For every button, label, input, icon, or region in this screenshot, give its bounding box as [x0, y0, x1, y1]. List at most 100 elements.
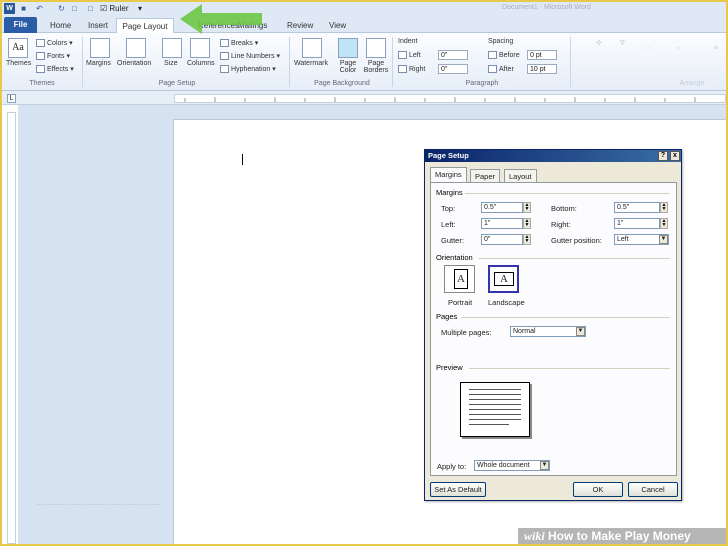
hyphenation-label: Hyphenation	[231, 66, 271, 73]
bottom-label: Bottom:	[551, 204, 577, 213]
bottom-spinner[interactable]: ▲ ▼	[660, 202, 668, 213]
ok-button[interactable]: OK	[573, 482, 623, 497]
spacing-before-icon	[488, 51, 497, 59]
new-doc-icon[interactable]: □	[86, 3, 95, 14]
group-separator	[570, 37, 571, 87]
ruler-checkbox[interactable]: ☑ Ruler	[100, 3, 129, 14]
fonts-icon	[36, 52, 45, 61]
undo-icon[interactable]: ↶	[35, 3, 44, 14]
indent-right-icon	[398, 65, 407, 73]
spacing-after-input[interactable]: 10 pt	[527, 64, 557, 74]
multiple-pages-select[interactable]: Normal	[510, 326, 586, 337]
margins-icon[interactable]	[90, 38, 110, 58]
divider	[469, 368, 670, 369]
indent-left-input[interactable]: 0"	[438, 50, 468, 60]
app-window: W ■ ↶ ↻ □ □ ☑ Ruler ▾ Document1 - Micros…	[2, 2, 726, 544]
customize-qat-icon[interactable]: ▾	[138, 3, 142, 14]
close-button[interactable]: x	[670, 151, 680, 161]
tab-margins[interactable]: Margins	[430, 167, 467, 183]
hyphenation-button[interactable]: Hyphenation ▾	[220, 65, 276, 74]
margins-section-title: Margins	[436, 188, 463, 197]
paragraph-group-label: Paragraph	[465, 80, 499, 87]
wrap-text-icon[interactable]: ∇	[620, 39, 625, 47]
breaks-button[interactable]: Breaks ▾	[220, 39, 258, 48]
page-borders-icon[interactable]	[366, 38, 386, 58]
group-separator	[289, 37, 290, 87]
spacing-before-input[interactable]: 0 pt	[527, 50, 557, 60]
cancel-button[interactable]: Cancel	[628, 482, 678, 497]
columns-icon[interactable]	[190, 38, 210, 58]
indent-label: Indent	[398, 38, 418, 45]
indent-left: Left	[398, 51, 421, 59]
bottom-input[interactable]: 0.5"	[614, 202, 660, 213]
page-color-icon[interactable]	[338, 38, 358, 58]
watermark-button[interactable]: Watermark	[294, 60, 328, 67]
tab-insert[interactable]: Insert	[88, 18, 108, 33]
help-button[interactable]: ?	[658, 151, 668, 161]
preview-line	[469, 404, 521, 405]
save-icon[interactable]: ■	[19, 3, 28, 14]
left-spinner[interactable]: ▲ ▼	[523, 218, 531, 229]
apply-to-select[interactable]: Whole document	[474, 460, 550, 471]
page-borders-button[interactable]: Page Borders	[361, 60, 391, 74]
top-input[interactable]: 0.5"	[481, 202, 523, 213]
portrait-option[interactable]: A	[444, 265, 475, 293]
right-label: Right:	[551, 220, 571, 229]
hyphenation-icon	[220, 65, 229, 74]
spacing-before: Before	[488, 51, 520, 59]
indent-left-label: Left	[409, 51, 421, 59]
bring-forward-icon[interactable]: ▫	[647, 45, 649, 52]
size-button[interactable]: Size	[164, 60, 178, 67]
tab-paper[interactable]: Paper	[470, 169, 501, 183]
print-icon[interactable]: □	[70, 3, 79, 14]
gutter-input[interactable]: 0"	[481, 234, 523, 245]
tab-layout[interactable]: Layout	[504, 169, 537, 183]
watermark-icon[interactable]	[302, 38, 322, 58]
tab-selector-icon[interactable]: L	[7, 94, 16, 103]
margins-button[interactable]: Margins	[86, 60, 111, 67]
blurred-text: ........................................…	[36, 498, 161, 507]
send-backward-icon[interactable]: ▫	[677, 45, 679, 52]
orientation-icon[interactable]	[126, 38, 146, 58]
effects-button[interactable]: Effects ▾	[36, 65, 74, 74]
preview-line	[469, 424, 509, 425]
page-color-button[interactable]: Page Color	[333, 60, 363, 74]
orientation-button[interactable]: Orientation	[117, 60, 151, 67]
fonts-button[interactable]: Fonts ▾	[36, 52, 70, 61]
set-as-default-button[interactable]: Set As Default	[430, 482, 486, 497]
preview-section-title: Preview	[436, 363, 463, 372]
top-spinner[interactable]: ▲ ▼	[523, 202, 531, 213]
right-input[interactable]: 1"	[614, 218, 660, 229]
position-icon[interactable]: ✣	[596, 39, 602, 47]
wiki-logo: wiki	[524, 529, 545, 543]
line-numbers-icon	[220, 52, 229, 61]
colors-icon	[36, 39, 45, 48]
chevron-down-icon[interactable]: ▼	[540, 461, 549, 470]
right-spinner[interactable]: ▲ ▼	[660, 218, 668, 229]
horizontal-ruler[interactable]	[174, 94, 726, 103]
tab-view[interactable]: View	[329, 18, 346, 33]
left-input[interactable]: 1"	[481, 218, 523, 229]
columns-button[interactable]: Columns	[187, 60, 215, 67]
align-icon[interactable]: ≡	[714, 45, 718, 52]
tab-page-layout[interactable]: Page Layout	[116, 18, 174, 33]
indent-right-input[interactable]: 0"	[438, 64, 468, 74]
size-icon[interactable]	[162, 38, 182, 58]
dialog-body: Margins Top: 0.5" ▲ ▼ Bottom: 0.5" ▲ ▼ Lef…	[430, 182, 677, 476]
gutter-spinner[interactable]: ▲ ▼	[523, 234, 531, 245]
tab-review[interactable]: Review	[287, 18, 313, 33]
tab-home[interactable]: Home	[50, 18, 71, 33]
redo-icon[interactable]: ↻	[57, 3, 66, 14]
ruler-bar: L	[2, 91, 726, 105]
themes-icon[interactable]: Aa	[8, 38, 28, 58]
line-numbers-button[interactable]: Line Numbers ▾	[220, 52, 280, 61]
colors-button[interactable]: Colors ▾	[36, 39, 73, 48]
chevron-down-icon[interactable]: ▼	[659, 235, 668, 244]
chevron-down-icon[interactable]: ▼	[576, 327, 585, 336]
divider	[465, 193, 670, 194]
vertical-ruler[interactable]	[7, 112, 16, 544]
landscape-option[interactable]: A	[488, 265, 519, 293]
themes-button[interactable]: Themes	[6, 60, 31, 67]
preview-line	[469, 419, 521, 420]
tab-file[interactable]: File	[4, 17, 37, 33]
